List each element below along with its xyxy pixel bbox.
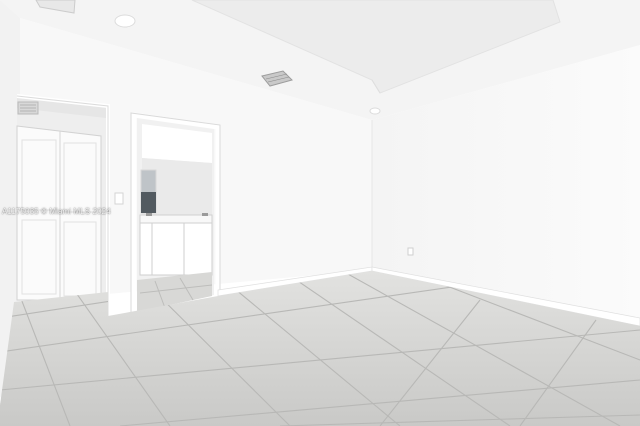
wall-outlet [407, 247, 414, 256]
room-photo: A1175035 © Miami MLS 2024 [0, 0, 640, 426]
light-switch [114, 192, 124, 205]
recessed-light [114, 14, 136, 28]
recessed-light [369, 107, 381, 115]
mls-watermark: A1175035 © Miami MLS 2024 [2, 207, 111, 216]
vanity-counter [139, 214, 213, 224]
vanity-cabinet [139, 222, 213, 276]
